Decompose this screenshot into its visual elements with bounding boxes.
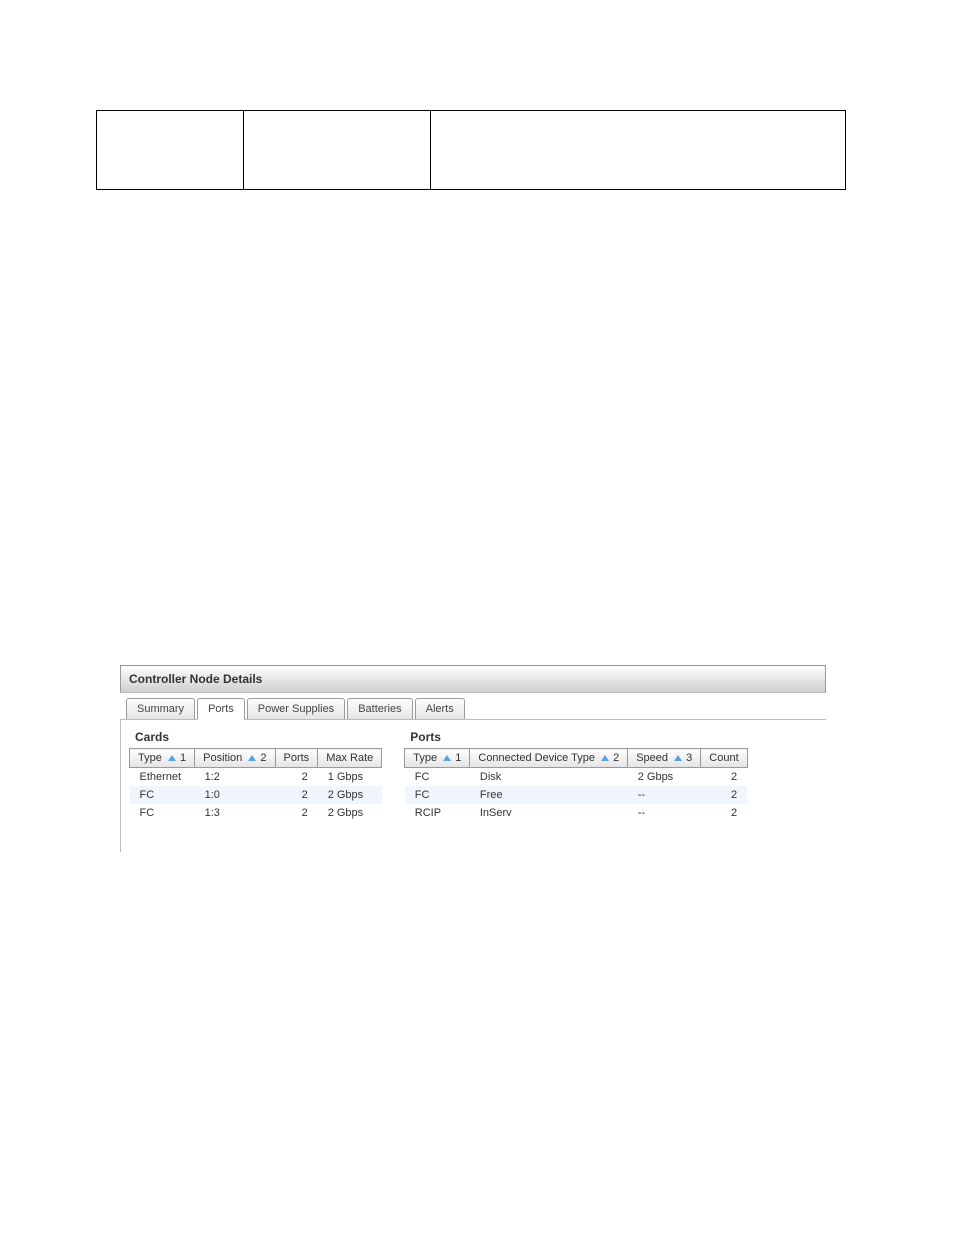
cards-section: Cards Type 1 Position <box>129 730 382 822</box>
ports-header-count-label: Count <box>709 752 738 764</box>
tab-power-supplies[interactable]: Power Supplies <box>247 698 345 719</box>
cards-cell-type: Ethernet <box>130 768 195 787</box>
ports-cell-count: 2 <box>701 768 747 787</box>
ports-cell-cdt: Disk <box>470 768 628 787</box>
cards-table: Type 1 Position 2 Port <box>129 748 382 822</box>
tab-summary[interactable]: Summary <box>126 698 195 719</box>
cards-cell-maxrate: 1 Gbps <box>318 768 382 787</box>
cards-cell-type: FC <box>130 804 195 822</box>
cards-cell-ports: 2 <box>275 786 318 804</box>
ports-header-speed-sortorder: 3 <box>686 752 692 764</box>
top-empty-table <box>96 110 846 190</box>
cards-header-maxrate-label: Max Rate <box>326 752 373 764</box>
cards-cell-ports: 2 <box>275 804 318 822</box>
table-row[interactable]: RCIP InServ -- 2 <box>405 804 747 822</box>
ports-cell-speed: -- <box>628 786 701 804</box>
cards-cell-type: FC <box>130 786 195 804</box>
table-row[interactable]: FC Disk 2 Gbps 2 <box>405 768 747 787</box>
sort-asc-icon <box>248 755 256 761</box>
ports-cell-cdt: Free <box>470 786 628 804</box>
links-block <box>110 224 894 535</box>
cards-header-maxrate[interactable]: Max Rate <box>318 749 382 768</box>
cards-cell-ports: 2 <box>275 768 318 787</box>
ports-header-cdt-sortorder: 2 <box>613 752 619 764</box>
cards-header-type-sortorder: 1 <box>180 752 186 764</box>
ports-header-type[interactable]: Type 1 <box>405 749 470 768</box>
sort-asc-icon <box>168 755 176 761</box>
ports-cell-type: FC <box>405 786 470 804</box>
table-row[interactable]: Ethernet 1:2 2 1 Gbps <box>130 768 382 787</box>
ports-section: Ports Type 1 Connected Device Type <box>404 730 747 822</box>
cards-header-type-label: Type <box>138 752 162 764</box>
table-row[interactable]: FC 1:3 2 2 Gbps <box>130 804 382 822</box>
ports-cell-count: 2 <box>701 786 747 804</box>
cards-cell-maxrate: 2 Gbps <box>318 786 382 804</box>
cards-header-type[interactable]: Type 1 <box>130 749 195 768</box>
controller-node-details-panel: Controller Node Details Summary Ports Po… <box>120 665 826 852</box>
ports-cell-type: RCIP <box>405 804 470 822</box>
cards-header-ports-label: Ports <box>284 752 310 764</box>
tab-batteries[interactable]: Batteries <box>347 698 412 719</box>
ports-cell-type: FC <box>405 768 470 787</box>
panel-title: Controller Node Details <box>120 665 826 693</box>
tab-alerts[interactable]: Alerts <box>415 698 465 719</box>
ports-section-title: Ports <box>404 730 747 748</box>
top-empty-table-cell <box>431 111 846 190</box>
cards-cell-position: 1:0 <box>195 786 275 804</box>
sort-asc-icon <box>674 755 682 761</box>
table-row[interactable]: FC Free -- 2 <box>405 786 747 804</box>
sort-asc-icon <box>443 755 451 761</box>
cards-cell-position: 1:3 <box>195 804 275 822</box>
sort-asc-icon <box>601 755 609 761</box>
ports-cell-speed: 2 Gbps <box>628 768 701 787</box>
ports-header-cdt-label: Connected Device Type <box>478 752 595 764</box>
cards-header-position-label: Position <box>203 752 242 764</box>
top-empty-table-cell <box>244 111 431 190</box>
cards-section-title: Cards <box>129 730 382 748</box>
ports-table: Type 1 Connected Device Type 2 <box>404 748 747 822</box>
cards-cell-maxrate: 2 Gbps <box>318 804 382 822</box>
table-row[interactable]: FC 1:0 2 2 Gbps <box>130 786 382 804</box>
tab-ports[interactable]: Ports <box>197 698 245 720</box>
ports-header-cdt[interactable]: Connected Device Type 2 <box>470 749 628 768</box>
ports-cell-count: 2 <box>701 804 747 822</box>
panel-tabs: Summary Ports Power Supplies Batteries A… <box>120 697 826 720</box>
ports-header-type-sortorder: 1 <box>455 752 461 764</box>
ports-cell-speed: -- <box>628 804 701 822</box>
cards-header-position-sortorder: 2 <box>260 752 266 764</box>
cards-header-ports[interactable]: Ports <box>275 749 318 768</box>
ports-header-speed-label: Speed <box>636 752 668 764</box>
ports-header-type-label: Type <box>413 752 437 764</box>
ports-header-count[interactable]: Count <box>701 749 747 768</box>
ports-header-speed[interactable]: Speed 3 <box>628 749 701 768</box>
top-empty-table-cell <box>97 111 244 190</box>
cards-header-position[interactable]: Position 2 <box>195 749 275 768</box>
ports-cell-cdt: InServ <box>470 804 628 822</box>
cards-cell-position: 1:2 <box>195 768 275 787</box>
